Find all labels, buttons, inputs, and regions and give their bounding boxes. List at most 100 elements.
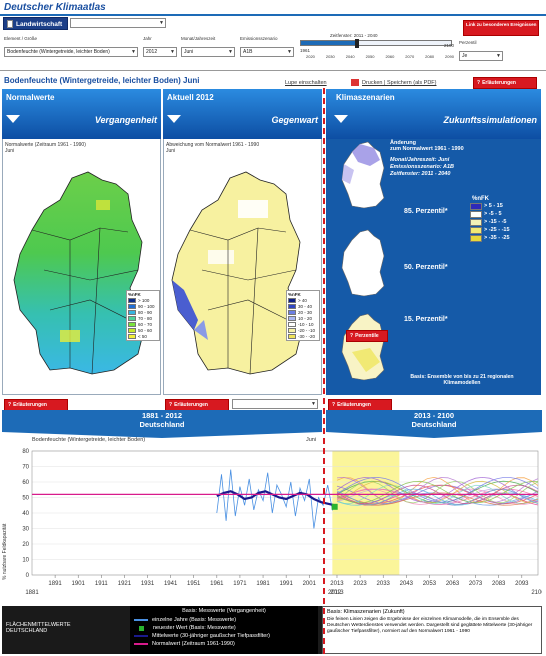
chevron-down-icon: ▼ — [311, 401, 316, 407]
x-tick-label: 2063 — [446, 581, 460, 587]
x-tick-label: 1961 — [210, 581, 224, 587]
future-basis: Basis: Ensemble von bis zu 21 regionalen… — [410, 374, 514, 386]
element-select[interactable]: Bodenfeuchte (Wintergetreide, leichter B… — [4, 47, 138, 57]
current-panel-header: Aktuell 2012 Gegenwart — [163, 89, 322, 139]
legend-swatch — [288, 333, 296, 339]
scenario-select[interactable]: A1B ▼ — [240, 47, 294, 57]
legend-swatch — [128, 327, 136, 333]
map-future-15 — [341, 313, 385, 381]
legend-label: > -25 - -15 — [484, 227, 510, 233]
y-tick-label: 80 — [22, 449, 29, 455]
footer-legend-swatch — [134, 643, 148, 645]
x-tick-label: 1971 — [233, 581, 247, 587]
footer-legend-swatch — [134, 635, 148, 637]
triangle-down-icon — [6, 115, 20, 123]
legend-item: 90 - 100 — [128, 303, 158, 309]
slider-tick: 2040 — [345, 54, 355, 59]
slider-tick: 2090 — [445, 54, 454, 59]
slider-handle[interactable] — [355, 39, 359, 48]
y-tick-label: 20 — [22, 542, 29, 548]
x-tick-label: 1911 — [95, 581, 109, 587]
year-select[interactable]: 2012 ▼ — [143, 47, 177, 57]
legend-item: -10 - 10 — [288, 321, 318, 327]
legend-label: 70 - 80 — [138, 315, 153, 321]
legend-item: < 50 — [128, 333, 158, 339]
legend-swatch — [470, 234, 482, 242]
month-select[interactable]: Juni ▼ — [181, 47, 235, 57]
scenario-label: Emissionsszenario — [240, 36, 278, 41]
percentile-15-label: 15. Perzentil* — [404, 316, 448, 323]
legend-label: 30 - 40 — [298, 303, 313, 309]
chevron-down-icon: ▼ — [170, 49, 175, 55]
legend-swatch — [470, 210, 482, 218]
legend-label: 60 - 70 — [138, 321, 153, 327]
chart-plot: 0 10 20 30 40 50 60 70 80 1891 1901 1911 1921 1931 194… — [22, 449, 542, 596]
map-future-85 — [341, 141, 385, 209]
magnifier-link[interactable]: Lupe einschalten — [285, 80, 327, 86]
legend-label: -20 - -10 — [298, 327, 316, 333]
legend-swatch — [470, 218, 482, 226]
triangle-down-icon — [167, 115, 181, 123]
banner-right: 2013 - 2100 Deutschland — [411, 411, 457, 429]
chevron-down-icon: ▼ — [287, 49, 292, 55]
x-tick-label-range: 1881 — [25, 590, 39, 596]
ensemble-select[interactable]: Je ▼ — [459, 51, 503, 61]
future-month-line: Monat/Jahreszeit: Juni — [390, 157, 450, 163]
current-desc: Abweichung vom Normalwert 1961 - 1990 — [166, 142, 260, 148]
map-normal — [13, 171, 145, 375]
current-legend: %nFK > 40 30 - 40 20 - 30 10 - 20 -10 - 10 -2… — [286, 290, 320, 341]
future-panel-header: Klimaszenarien Zukunftssimulationen — [326, 89, 541, 139]
legend-swatch — [288, 303, 296, 309]
document-icon — [7, 20, 13, 28]
chevron-down-icon: ▼ — [496, 53, 501, 59]
y-tick-label: 60 — [22, 480, 29, 486]
future-change-sub: zum Normalwert 1961 - 1990 — [390, 146, 464, 152]
x-tick-label: 1921 — [118, 581, 132, 587]
split-line — [323, 88, 325, 654]
normal-desc: Normalwerte (Zeitraum 1961 - 1990) — [5, 142, 86, 148]
tab-landwirtschaft[interactable]: Landwirtschaft — [3, 17, 68, 30]
legend-item: > -15 - -5 — [470, 218, 510, 226]
legend-label: 10 - 20 — [298, 315, 313, 321]
legend-label: < 50 — [138, 333, 147, 339]
percentile-85-label: 85. Perzentil* — [404, 208, 448, 215]
legend-label: > 40 — [298, 297, 307, 303]
legend-label: 20 - 30 — [298, 309, 313, 315]
slider-tick: 2070 — [405, 54, 415, 59]
normal-month: Juni — [5, 148, 15, 154]
legend-swatch — [288, 297, 296, 303]
footer-title: FLÄCHENMITTELWERTE DEUTSCHLAND — [6, 622, 71, 634]
legend-swatch — [470, 226, 482, 234]
legend-label: > 5 - 15 — [484, 203, 503, 209]
legend-swatch — [128, 321, 136, 327]
legend-swatch — [128, 333, 136, 339]
x-tick-label: 2083 — [492, 581, 506, 587]
period-slider[interactable] — [300, 39, 452, 48]
tab-label: Landwirtschaft — [16, 21, 63, 28]
y-tick-label: 10 — [22, 558, 29, 564]
legend-item: -20 - -10 — [288, 327, 318, 333]
explain-button-top[interactable]: ? Erläuterungen — [473, 77, 537, 89]
x-tick-label: 2073 — [469, 581, 483, 587]
legend-swatch — [128, 303, 136, 309]
percentile-50-label: 50. Perzentil* — [404, 264, 448, 271]
legend-label: -10 - 10 — [298, 321, 314, 327]
legend-swatch — [288, 327, 296, 333]
month-label: Monat/Jahreszeit — [181, 36, 216, 41]
legend-swatch — [128, 315, 136, 321]
pdf-icon — [351, 79, 359, 86]
x-tick-label: 2013 — [330, 581, 344, 587]
x-tick-label: 1981 — [256, 581, 270, 587]
legend-label: 80 - 90 — [138, 309, 153, 315]
x-tick-label: 2053 — [423, 581, 437, 587]
events-link-button[interactable]: Link zu besonderen Ereignissen — [463, 20, 539, 36]
percentile-button[interactable]: ? Perzentile — [346, 330, 388, 342]
period-label: Zeitfenster: 2011 - 2040 — [330, 33, 378, 38]
slider-tick: 2080 — [425, 54, 435, 59]
slider-progress — [301, 41, 355, 45]
x-tick-label: 2093 — [515, 581, 529, 587]
category-select[interactable]: ▼ — [70, 18, 166, 28]
legend-swatch — [470, 202, 482, 210]
print-link[interactable]: Drucken | Speichern (als PDF) — [362, 80, 436, 86]
region-select[interactable]: ▼ — [232, 399, 318, 409]
